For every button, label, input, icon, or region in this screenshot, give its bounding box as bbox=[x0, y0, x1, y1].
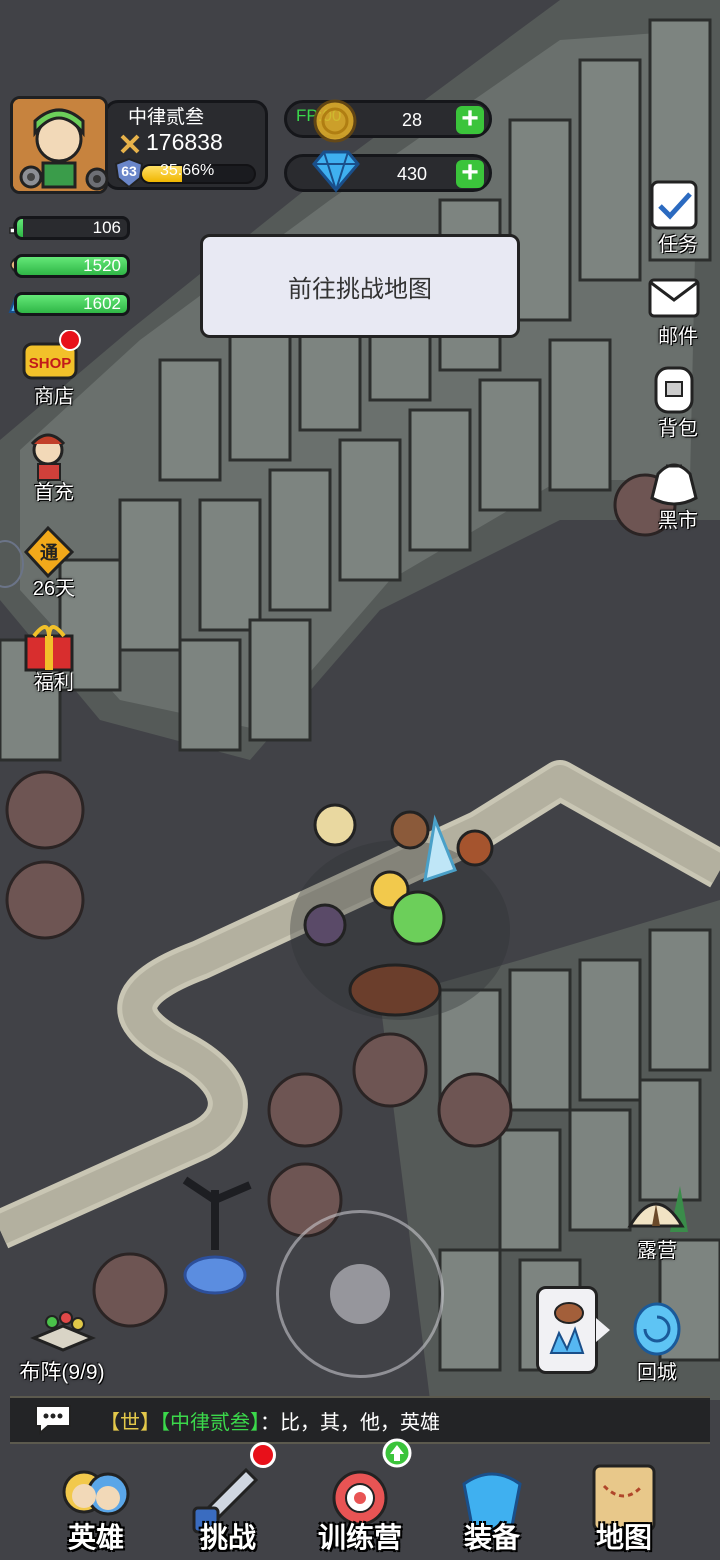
joystick-knob[interactable] bbox=[330, 1264, 390, 1324]
notification-dot bbox=[250, 1442, 276, 1468]
right-menu-task-button[interactable]: 任务 bbox=[644, 176, 712, 260]
nav-tab-4[interactable]: 装备 bbox=[432, 1452, 552, 1556]
left-menu-pass-button[interactable]: 通 26天 bbox=[18, 522, 90, 606]
notice-banner[interactable]: 前往挑战地图 bbox=[200, 234, 520, 338]
resource-value: 1602 bbox=[83, 294, 121, 313]
right-menu-backpack-button[interactable]: 背包 bbox=[644, 360, 712, 444]
right-menu-label: 黑市 bbox=[658, 510, 698, 532]
task-icon bbox=[650, 180, 698, 230]
black-market-icon bbox=[650, 463, 698, 506]
chat-sender: 【中律贰叁】 bbox=[160, 1412, 260, 1434]
resource-value: 106 bbox=[92, 218, 121, 237]
nav-tab-3[interactable]: 训练营 bbox=[300, 1438, 420, 1556]
chat-text: 比，其，他，英雄 bbox=[280, 1412, 440, 1434]
callout-arrow-icon bbox=[596, 1318, 610, 1342]
left-menu-label: 26天 bbox=[32, 578, 76, 600]
resource-bar-fill bbox=[17, 219, 23, 237]
player-name: 中律贰叁 bbox=[128, 107, 205, 128]
resource-bar: 106 bbox=[14, 216, 130, 240]
gold-value: 28 bbox=[401, 110, 423, 130]
chat-separator: ： bbox=[260, 1412, 280, 1434]
formation-board-icon[interactable] bbox=[30, 1304, 96, 1354]
right-menu-label: 邮件 bbox=[658, 326, 698, 348]
nav-tab-5[interactable]: 地图 bbox=[564, 1452, 684, 1556]
gold-coin-icon bbox=[313, 99, 357, 143]
svg-text:SHOP: SHOP bbox=[29, 355, 72, 372]
left-menu-gift-button[interactable]: 福利 bbox=[18, 616, 90, 700]
left-menu-shop-button[interactable]: SHOP 商店 bbox=[18, 329, 90, 414]
portal-icon[interactable] bbox=[632, 1302, 682, 1356]
left-menu-label: 福利 bbox=[34, 672, 74, 694]
return-city-label: 回城 bbox=[637, 1362, 677, 1384]
chat-channel: 【世】 bbox=[100, 1412, 160, 1434]
chat-message: 【世】【中律贰叁】：比，其，他，英雄 bbox=[100, 1406, 440, 1435]
chat-bubble-icon[interactable] bbox=[32, 1402, 74, 1436]
camp-label: 露营 bbox=[637, 1240, 677, 1262]
nav-tab-label: 装备 bbox=[463, 1522, 520, 1553]
xp-percent: 35.66% bbox=[160, 162, 215, 179]
player-panel[interactable]: 中律贰叁 176838 63 35.66% bbox=[10, 96, 268, 196]
upgrade-arrow-icon bbox=[382, 1438, 412, 1468]
diamond-value: 430 bbox=[396, 164, 428, 184]
right-menu-black-market-button[interactable]: 黑市 bbox=[644, 452, 712, 536]
left-menu-label: 首充 bbox=[34, 482, 74, 504]
nav-tab-label: 挑战 bbox=[199, 1522, 256, 1553]
nav-tab-label: 地图 bbox=[595, 1522, 652, 1553]
player-level: 63 bbox=[121, 163, 137, 179]
left-menu-first-charge-button[interactable]: 首充 bbox=[18, 426, 90, 510]
quick-collect-button[interactable] bbox=[536, 1286, 598, 1374]
combat-power-value: 176838 bbox=[146, 129, 223, 155]
add-gold-button[interactable]: + bbox=[456, 104, 484, 134]
camp-tent-icon[interactable] bbox=[626, 1182, 688, 1234]
resource-bar: 1602 bbox=[14, 292, 130, 316]
mail-icon bbox=[648, 278, 700, 318]
crystal-icon bbox=[549, 1326, 585, 1354]
power-swords-icon bbox=[120, 134, 140, 154]
nav-tab-label: 英雄 bbox=[67, 1522, 124, 1553]
left-menu-label: 商店 bbox=[34, 386, 74, 408]
diamond-icon bbox=[312, 150, 360, 194]
add-diamond-button[interactable]: + bbox=[456, 158, 484, 188]
wood-icon bbox=[554, 1302, 584, 1324]
resource-value: 1520 bbox=[83, 256, 121, 275]
nav-tab-label: 训练营 bbox=[317, 1522, 402, 1553]
settings-gear-icon[interactable] bbox=[18, 164, 44, 190]
backpack-icon bbox=[654, 366, 694, 414]
svg-text:通: 通 bbox=[40, 543, 58, 563]
right-menu-mail-button[interactable]: 邮件 bbox=[644, 268, 712, 352]
right-menu-label: 任务 bbox=[658, 234, 698, 256]
formation-label: 布阵(9/9) bbox=[19, 1361, 105, 1384]
gear-icon[interactable] bbox=[84, 166, 110, 192]
right-menu-label: 背包 bbox=[658, 418, 698, 440]
resource-bar: 1520 bbox=[14, 254, 130, 278]
nav-tab-1[interactable]: 英雄 bbox=[36, 1452, 156, 1556]
nav-tab-2[interactable]: 挑战 bbox=[168, 1442, 288, 1556]
